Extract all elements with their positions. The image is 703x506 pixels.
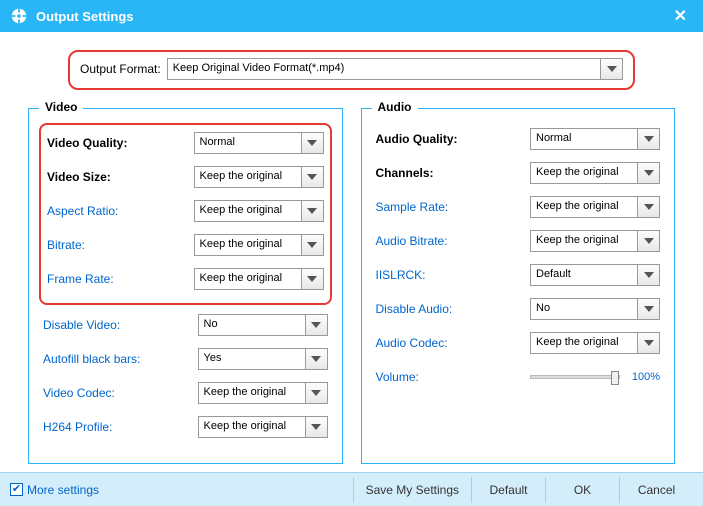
channels-select[interactable]: Keep the original bbox=[530, 162, 660, 184]
chevron-down-icon[interactable] bbox=[302, 132, 324, 154]
h264-profile-select[interactable]: Keep the original bbox=[198, 416, 328, 438]
chevron-down-icon[interactable] bbox=[306, 416, 328, 438]
close-button[interactable]: ✕ bbox=[668, 6, 693, 26]
more-settings-label: More settings bbox=[27, 483, 99, 497]
chevron-down-icon[interactable] bbox=[306, 382, 328, 404]
chevron-down-icon[interactable] bbox=[638, 128, 660, 150]
iislrck-select[interactable]: Default bbox=[530, 264, 660, 286]
chevron-down-icon[interactable] bbox=[302, 200, 324, 222]
default-button[interactable]: Default bbox=[471, 477, 545, 503]
chevron-down-icon[interactable] bbox=[638, 332, 660, 354]
h264-profile-label: H264 Profile: bbox=[43, 420, 198, 434]
volume-value: 100% bbox=[626, 371, 660, 383]
chevron-down-icon[interactable] bbox=[638, 298, 660, 320]
video-legend: Video bbox=[39, 100, 83, 114]
video-bitrate-select[interactable]: Keep the original bbox=[194, 234, 324, 256]
frame-rate-label: Frame Rate: bbox=[47, 272, 194, 286]
audio-quality-label: Audio Quality: bbox=[376, 132, 531, 146]
chevron-down-icon[interactable] bbox=[302, 268, 324, 290]
output-format-value: Keep Original Video Format(*.mp4) bbox=[167, 58, 601, 80]
chevron-down-icon[interactable] bbox=[302, 166, 324, 188]
audio-panel: Audio Audio Quality: Normal Channels: Ke… bbox=[361, 108, 676, 464]
chevron-down-icon[interactable] bbox=[306, 314, 328, 336]
window-title: Output Settings bbox=[36, 9, 134, 24]
video-highlight: Video Quality: Normal Video Size: Keep t… bbox=[39, 123, 332, 305]
video-panel: Video Video Quality: Normal Video Size: … bbox=[28, 108, 343, 464]
aspect-ratio-label: Aspect Ratio: bbox=[47, 204, 194, 218]
iislrck-label: IISLRCK: bbox=[376, 268, 531, 282]
cancel-button[interactable]: Cancel bbox=[619, 477, 693, 503]
audio-codec-select[interactable]: Keep the original bbox=[530, 332, 660, 354]
chevron-down-icon[interactable] bbox=[638, 162, 660, 184]
video-quality-label: Video Quality: bbox=[47, 136, 194, 150]
app-icon bbox=[10, 7, 28, 25]
output-format-select[interactable]: Keep Original Video Format(*.mp4) bbox=[167, 58, 623, 80]
video-quality-select[interactable]: Normal bbox=[194, 132, 324, 154]
video-size-label: Video Size: bbox=[47, 170, 194, 184]
chevron-down-icon[interactable] bbox=[638, 264, 660, 286]
sample-rate-label: Sample Rate: bbox=[376, 200, 531, 214]
ok-button[interactable]: OK bbox=[545, 477, 619, 503]
footer: ✔ More settings Save My Settings Default… bbox=[0, 472, 703, 506]
chevron-down-icon[interactable] bbox=[302, 234, 324, 256]
video-codec-select[interactable]: Keep the original bbox=[198, 382, 328, 404]
output-format-label: Output Format: bbox=[80, 62, 161, 76]
chevron-down-icon[interactable] bbox=[638, 230, 660, 252]
video-bitrate-label: Bitrate: bbox=[47, 238, 194, 252]
chevron-down-icon[interactable] bbox=[601, 58, 623, 80]
aspect-ratio-select[interactable]: Keep the original bbox=[194, 200, 324, 222]
audio-bitrate-label: Audio Bitrate: bbox=[376, 234, 531, 248]
audio-legend: Audio bbox=[372, 100, 418, 114]
checkbox-icon[interactable]: ✔ bbox=[10, 483, 23, 496]
video-codec-label: Video Codec: bbox=[43, 386, 198, 400]
disable-audio-label: Disable Audio: bbox=[376, 302, 531, 316]
titlebar: Output Settings ✕ bbox=[0, 0, 703, 32]
audio-bitrate-select[interactable]: Keep the original bbox=[530, 230, 660, 252]
disable-video-select[interactable]: No bbox=[198, 314, 328, 336]
chevron-down-icon[interactable] bbox=[638, 196, 660, 218]
autofill-select[interactable]: Yes bbox=[198, 348, 328, 370]
chevron-down-icon[interactable] bbox=[306, 348, 328, 370]
volume-slider[interactable] bbox=[530, 375, 620, 379]
save-settings-button[interactable]: Save My Settings bbox=[353, 477, 471, 503]
autofill-label: Autofill black bars: bbox=[43, 352, 198, 366]
channels-label: Channels: bbox=[376, 166, 531, 180]
video-size-select[interactable]: Keep the original bbox=[194, 166, 324, 188]
volume-label: Volume: bbox=[376, 370, 531, 384]
sample-rate-select[interactable]: Keep the original bbox=[530, 196, 660, 218]
slider-thumb[interactable] bbox=[611, 371, 619, 385]
disable-audio-select[interactable]: No bbox=[530, 298, 660, 320]
output-format-row: Output Format: Keep Original Video Forma… bbox=[68, 50, 635, 90]
audio-codec-label: Audio Codec: bbox=[376, 336, 531, 350]
frame-rate-select[interactable]: Keep the original bbox=[194, 268, 324, 290]
disable-video-label: Disable Video: bbox=[43, 318, 198, 332]
audio-quality-select[interactable]: Normal bbox=[530, 128, 660, 150]
more-settings-toggle[interactable]: ✔ More settings bbox=[10, 483, 99, 497]
